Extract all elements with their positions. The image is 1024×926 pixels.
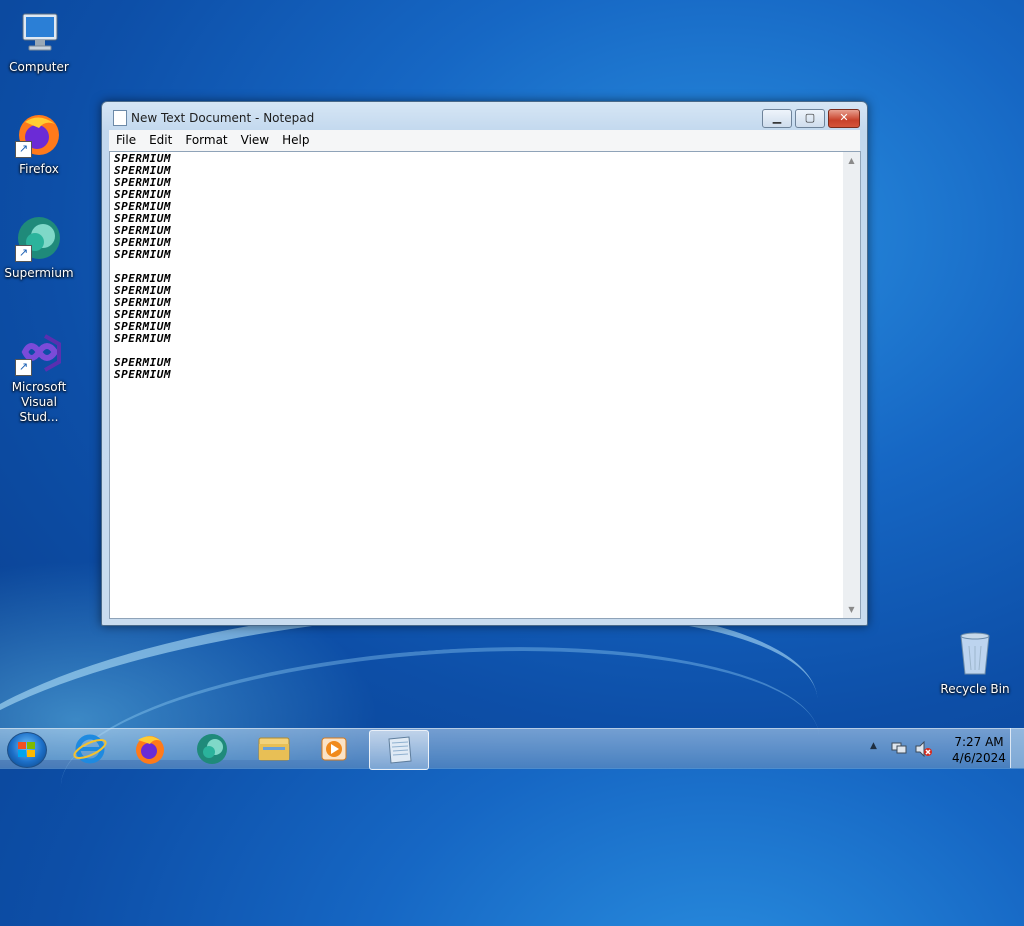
- text-line: SPERMIUM: [114, 188, 171, 201]
- notepad-icon: [113, 110, 127, 126]
- desktop-icon-firefox[interactable]: ↗ Firefox: [1, 110, 77, 177]
- desktop-icon-computer[interactable]: Computer: [1, 8, 77, 75]
- title-bar[interactable]: New Text Document - Notepad ▁ ▢ ✕: [102, 102, 867, 130]
- text-line: SPERMIUM: [114, 284, 171, 297]
- scroll-down-icon[interactable]: ▼: [843, 601, 860, 618]
- visual-studio-icon: ↗: [15, 328, 63, 376]
- text-line: [110, 345, 844, 357]
- taskbar-file-explorer[interactable]: [245, 730, 303, 768]
- text-line: SPERMIUM: [114, 164, 171, 177]
- taskbar: ▲ 7:27 AM 4/6/2024: [0, 728, 1024, 770]
- taskbar-firefox[interactable]: [121, 730, 179, 768]
- taskbar-supermium[interactable]: [183, 730, 241, 768]
- shortcut-arrow-icon: ↗: [15, 245, 32, 262]
- show-desktop-button[interactable]: [1010, 728, 1024, 768]
- maximize-button[interactable]: ▢: [795, 109, 825, 128]
- menu-file[interactable]: File: [109, 130, 142, 147]
- text-line: SPERMIUM: [114, 368, 171, 381]
- text-line: SPERMIUM: [114, 248, 171, 261]
- text-line: SPERMIUM: [114, 176, 171, 189]
- taskbar-internet-explorer[interactable]: [61, 730, 119, 768]
- notepad-icon: [388, 736, 412, 764]
- media-player-icon: [321, 737, 347, 761]
- desktop-icon-label: Recycle Bin: [940, 682, 1010, 696]
- scroll-up-icon[interactable]: ▲: [843, 152, 860, 169]
- start-button[interactable]: [7, 732, 47, 768]
- menu-format[interactable]: Format: [178, 130, 233, 147]
- text-line: SPERMIUM: [114, 308, 171, 321]
- computer-icon: [15, 8, 63, 56]
- text-line: SPERMIUM: [114, 332, 171, 345]
- firefox-icon: ↗: [15, 110, 63, 158]
- desktop-icon-label: Firefox: [19, 162, 59, 176]
- firefox-icon: [136, 736, 164, 764]
- text-line: SPERMIUM: [114, 212, 171, 225]
- taskbar-notepad[interactable]: [369, 730, 429, 770]
- internet-explorer-icon: [73, 734, 107, 764]
- notepad-window[interactable]: New Text Document - Notepad ▁ ▢ ✕ File Ed…: [101, 101, 868, 626]
- minimize-button[interactable]: ▁: [762, 109, 792, 128]
- desktop-icon-supermium[interactable]: ↗ Supermium: [1, 214, 77, 281]
- text-editor[interactable]: SPERMIUM SPERMIUM SPERMIUM SPERMIUM SPER…: [109, 151, 845, 619]
- text-line: SPERMIUM: [114, 200, 171, 213]
- text-line: [110, 261, 844, 273]
- menu-edit[interactable]: Edit: [142, 130, 178, 147]
- shortcut-arrow-icon: ↗: [15, 359, 32, 376]
- supermium-icon: [197, 734, 227, 764]
- menu-view[interactable]: View: [234, 130, 275, 147]
- close-button[interactable]: ✕: [828, 109, 860, 128]
- system-tray: ▲ 7:27 AM 4/6/2024: [866, 729, 1024, 769]
- menu-help[interactable]: Help: [275, 130, 315, 147]
- desktop-icon-label: Computer: [9, 60, 69, 74]
- text-line: SPERMIUM: [114, 356, 171, 369]
- text-line: SPERMIUM: [114, 320, 171, 333]
- text-line: SPERMIUM: [114, 152, 171, 165]
- volume-muted-icon[interactable]: [915, 740, 933, 758]
- desktop-icon-label: Microsoft Visual Stud...: [11, 380, 67, 424]
- recycle-bin-icon: [951, 630, 999, 678]
- clock[interactable]: 7:27 AM 4/6/2024: [946, 734, 1012, 766]
- text-line: SPERMIUM: [114, 236, 171, 249]
- window-title: New Text Document - Notepad: [131, 111, 315, 125]
- vertical-scrollbar[interactable]: ▲ ▼: [843, 151, 861, 619]
- file-explorer-icon: [258, 737, 290, 761]
- menu-bar: File Edit Format View Help: [109, 130, 860, 151]
- desktop-icon-recycle-bin[interactable]: Recycle Bin: [937, 630, 1013, 697]
- desktop-icon-visual-studio[interactable]: ↗ Microsoft Visual Stud...: [1, 328, 77, 425]
- network-icon[interactable]: [891, 741, 907, 755]
- shortcut-arrow-icon: ↗: [15, 141, 32, 158]
- text-line: SPERMIUM: [114, 272, 171, 285]
- text-line: SPERMIUM: [114, 224, 171, 237]
- clock-time: 7:27 AM: [954, 735, 1004, 749]
- show-hidden-icons-button[interactable]: ▲: [870, 741, 877, 751]
- windows-logo-icon: [18, 742, 36, 758]
- taskbar-media-player[interactable]: [305, 730, 363, 768]
- clock-date: 4/6/2024: [952, 751, 1006, 765]
- supermium-icon: ↗: [15, 214, 63, 262]
- text-line: SPERMIUM: [114, 296, 171, 309]
- desktop-icon-label: Supermium: [4, 266, 74, 280]
